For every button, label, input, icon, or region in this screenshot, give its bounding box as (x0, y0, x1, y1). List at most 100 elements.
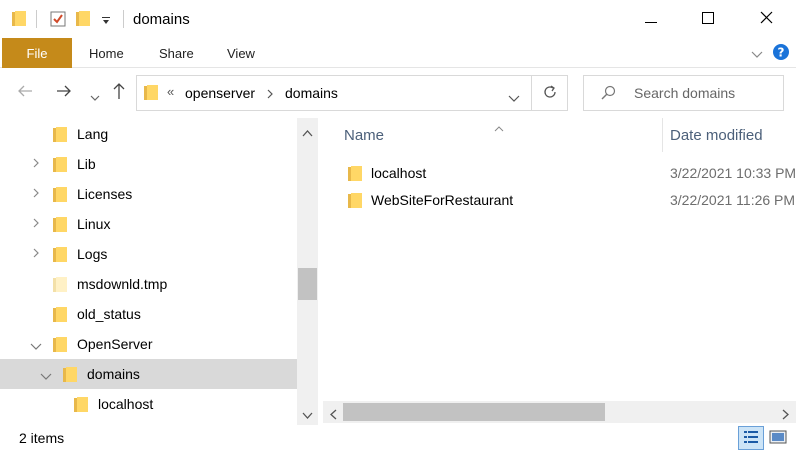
tree-item-lib[interactable]: Lib (0, 149, 297, 179)
forward-icon[interactable] (56, 82, 72, 103)
maximize-button[interactable] (684, 0, 732, 38)
address-dropdown-icon[interactable] (508, 90, 520, 106)
tree-item-openserver[interactable]: OpenServer (0, 329, 297, 359)
tab-view[interactable]: View (227, 46, 255, 61)
breadcrumb-overflow[interactable]: « (167, 84, 174, 99)
folder-icon (348, 166, 362, 185)
chevron-down-icon[interactable] (30, 340, 42, 354)
details-view-icon (743, 430, 759, 447)
expand-ribbon-icon[interactable] (751, 47, 763, 63)
folder-icon (63, 367, 77, 386)
folder-icon (53, 307, 67, 326)
folder-icon (53, 337, 67, 356)
tree-item-domains[interactable]: domains (0, 359, 297, 389)
tree-item-old-status[interactable]: old_status (0, 299, 297, 329)
tree-item-label: Lang (77, 126, 109, 142)
column-divider[interactable] (662, 118, 663, 152)
column-date-modified[interactable]: Date modified (670, 127, 763, 144)
tree-item-label: Linux (77, 216, 111, 232)
tree-item-lang[interactable]: Lang (0, 119, 297, 149)
breadcrumb-domains[interactable]: domains (285, 85, 338, 101)
file-name: WebSiteForRestaurant (371, 192, 514, 208)
folder-icon (53, 277, 67, 296)
details-view-button[interactable] (738, 426, 764, 450)
breadcrumb-openserver[interactable]: openserver (185, 85, 255, 101)
column-name[interactable]: Name (344, 127, 384, 144)
scrollbar-thumb[interactable] (298, 268, 317, 300)
folder-icon (53, 217, 67, 236)
file-row[interactable]: localhost 3/22/2021 10:33 PM (326, 160, 796, 187)
folder-icon (53, 187, 67, 206)
file-row[interactable]: WebSiteForRestaurant 3/22/2021 11:26 PM (326, 187, 796, 214)
tree-item-linux[interactable]: Linux (0, 209, 297, 239)
folder-icon (53, 247, 67, 266)
tab-home[interactable]: Home (89, 46, 124, 61)
content-horizontal-scrollbar[interactable] (323, 401, 796, 423)
tree-item-localhost[interactable]: localhost (0, 389, 297, 419)
chevron-right-icon[interactable] (32, 247, 40, 262)
chevron-down-icon[interactable] (40, 370, 52, 384)
window-title: domains (133, 11, 190, 28)
tree-item-label: OpenServer (77, 336, 153, 352)
folder-icon (144, 85, 158, 104)
column-header: Name Date modified (326, 118, 796, 158)
scroll-up-icon[interactable] (302, 124, 313, 140)
tree-item-logs[interactable]: Logs (0, 239, 297, 269)
minimize-button[interactable] (627, 0, 675, 38)
tree-item-label: localhost (98, 396, 154, 412)
tree-item-licenses[interactable]: Licenses (0, 179, 297, 209)
divider (36, 10, 37, 28)
close-button[interactable] (742, 0, 790, 38)
tab-share[interactable]: Share (159, 46, 194, 61)
folder-icon (53, 127, 67, 146)
navigation-pane: Lang Lib Licenses Linux Logs msdownld.tm… (0, 118, 318, 425)
status-bar: 2 items (0, 425, 796, 455)
scroll-left-icon[interactable] (329, 407, 337, 423)
folder-icon (12, 11, 26, 30)
chevron-right-icon[interactable] (32, 217, 40, 232)
file-date: 3/22/2021 11:26 PM (670, 192, 796, 208)
breadcrumb-chevron-icon[interactable] (266, 87, 274, 103)
sort-indicator-icon (494, 119, 504, 135)
navigation-scrollbar[interactable] (297, 118, 318, 425)
folder-icon (74, 397, 88, 416)
search-input[interactable]: Search domains (634, 85, 735, 101)
new-folder-icon[interactable] (76, 11, 90, 30)
tree-item-label: msdownld.tmp (77, 276, 168, 292)
file-date: 3/22/2021 10:33 PM (670, 165, 796, 181)
large-icons-view-button[interactable] (765, 426, 791, 450)
close-icon (760, 11, 773, 27)
chevron-right-icon[interactable] (32, 187, 40, 202)
scrollbar-thumb[interactable] (343, 403, 605, 421)
chevron-right-icon[interactable] (32, 157, 40, 172)
properties-icon[interactable] (50, 11, 66, 30)
title-bar: domains (0, 0, 796, 38)
maximize-icon (702, 11, 714, 27)
ribbon: File Home Share View ? (0, 38, 796, 68)
search-icon (600, 85, 616, 104)
divider (123, 10, 124, 28)
scroll-right-icon[interactable] (782, 407, 790, 423)
scroll-down-icon[interactable] (302, 407, 313, 423)
tree-item-label: Lib (77, 156, 96, 172)
address-bar[interactable]: « openserver domains (136, 75, 532, 111)
recent-locations-icon[interactable] (90, 86, 100, 107)
back-icon[interactable] (17, 82, 33, 103)
tree-item-label: old_status (77, 306, 141, 322)
minimize-icon (645, 11, 657, 27)
folder-icon (53, 157, 67, 176)
tab-file[interactable]: File (2, 38, 72, 68)
tree-item-label: domains (87, 366, 140, 382)
up-icon[interactable] (112, 82, 126, 105)
dropdown-icon[interactable] (101, 13, 111, 29)
tree-item-msdownld[interactable]: msdownld.tmp (0, 269, 297, 299)
help-icon[interactable]: ? (772, 43, 790, 64)
tree-item-label: Logs (77, 246, 108, 262)
refresh-icon (542, 84, 558, 103)
refresh-button[interactable] (532, 75, 568, 111)
folder-icon (348, 193, 362, 212)
item-count: 2 items (19, 430, 65, 446)
svg-text:?: ? (778, 46, 785, 60)
large-icons-view-icon (769, 430, 787, 447)
search-box[interactable]: Search domains (583, 75, 784, 111)
